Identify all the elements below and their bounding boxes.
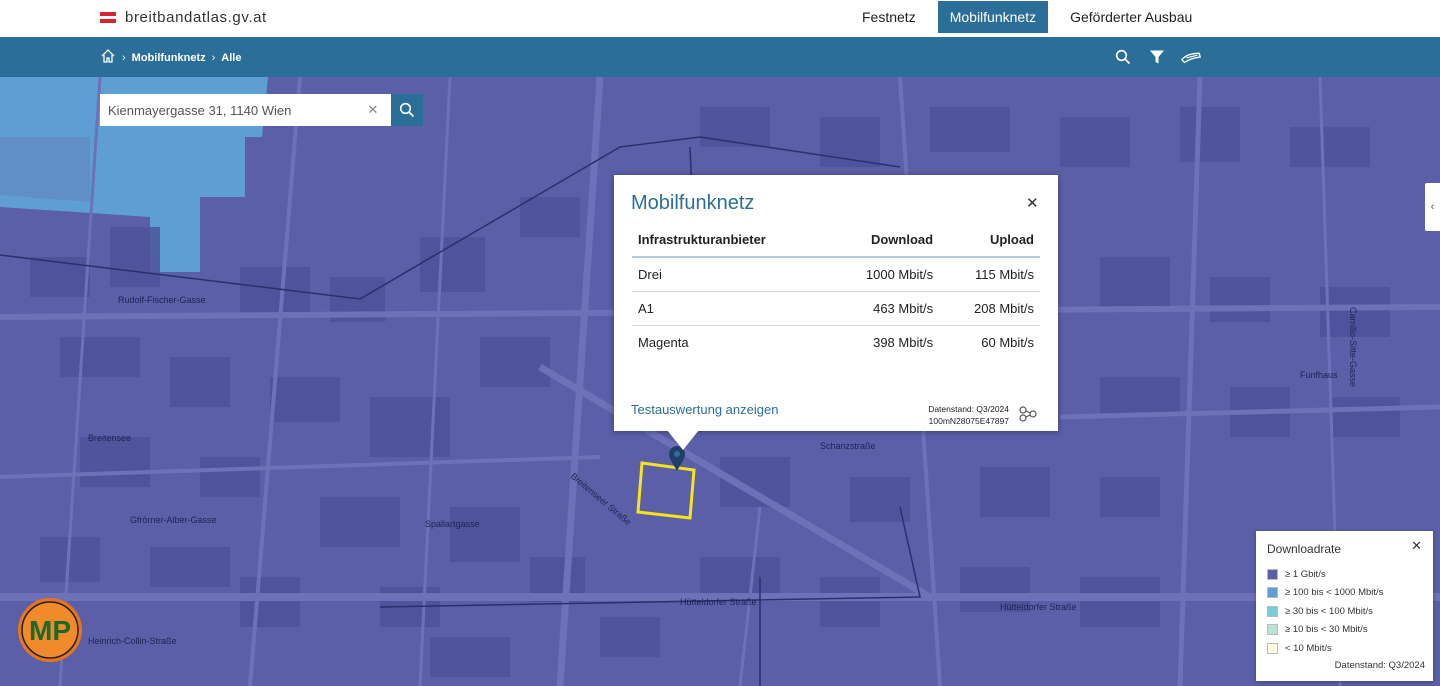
legend-label: ≥ 1 Gbit/s <box>1285 568 1326 580</box>
legend-title: Downloadrate <box>1267 542 1342 556</box>
legend-label: ≥ 30 bis < 100 Mbit/s <box>1285 605 1373 617</box>
legend-swatch <box>1267 605 1278 617</box>
upload-value: 208 Mbit/s <box>939 291 1040 326</box>
map-label-breitensee: Breitensee <box>88 433 131 443</box>
selected-tile-outline <box>636 461 696 520</box>
legend-item: ≥ 100 bis < 1000 Mbit/s <box>1267 584 1433 603</box>
map-legend: Downloadrate ✕ ≥ 1 Gbit/s ≥ 100 bis < 10… <box>1256 531 1433 681</box>
map-label-spallartgasse: Spallartgasse <box>425 519 480 529</box>
table-row: Drei 1000 Mbit/s 115 Mbit/s <box>632 257 1040 292</box>
map-tools <box>1112 46 1202 68</box>
breadcrumb-mobilfunknetz[interactable]: Mobilfunknetz <box>132 52 206 64</box>
provider-name: Drei <box>632 257 829 292</box>
close-icon[interactable]: ✕ <box>1411 538 1422 554</box>
test-evaluation-link[interactable]: Testauswertung anzeigen <box>631 402 778 417</box>
table-row: Magenta 398 Mbit/s 60 Mbit/s <box>632 325 1040 359</box>
chevron-left-icon: ‹ <box>1430 201 1435 213</box>
mp-logo: MP <box>18 598 82 662</box>
table-header-row: Infrastrukturanbieter Download Upload <box>632 223 1040 258</box>
provider-table: Infrastrukturanbieter Download Upload Dr… <box>632 223 1040 359</box>
breadcrumb-alle[interactable]: Alle <box>221 52 241 64</box>
search-button[interactable] <box>391 94 423 126</box>
map-label-rudolf-fischer-gasse: Rudolf-Fischer-Gasse <box>118 295 206 305</box>
column-header-upload: Upload <box>939 223 1040 258</box>
nav-mobilfunknetz[interactable]: Mobilfunknetz <box>937 1 1049 33</box>
home-icon[interactable] <box>100 48 116 67</box>
logo-text: MP <box>29 615 71 646</box>
close-icon[interactable]: ✕ <box>1026 194 1039 212</box>
legend-datenstand: Datenstand: Q3/2024 <box>1334 660 1425 671</box>
search-icon[interactable] <box>1112 46 1134 68</box>
share-icon[interactable] <box>1019 406 1037 422</box>
map-label-huetteldorfer-strasse: Hütteldorfer Straße <box>680 597 757 607</box>
download-value: 463 Mbit/s <box>828 291 940 326</box>
map-label-schanzstrasse: Schanzstraße <box>820 441 876 451</box>
breadcrumb: › Mobilfunknetz › Alle <box>100 48 241 67</box>
search-input[interactable] <box>108 102 363 118</box>
legend-item: < 10 Mbit/s <box>1267 639 1433 658</box>
map-label-heinrich-collin-strasse: Heinrich-Collin-Straße <box>88 636 177 646</box>
legend-swatch <box>1267 587 1278 599</box>
nav-gefoerderter-ausbau[interactable]: Geförderter Ausbau <box>1058 1 1204 33</box>
clear-icon[interactable]: ✕ <box>363 102 383 118</box>
legend-swatch <box>1267 642 1278 654</box>
provider-name: Magenta <box>638 334 689 350</box>
provider-name: A1 <box>632 291 829 326</box>
column-header-download: Download <box>828 223 940 258</box>
popup-cell-id: 100mN28075E47897 <box>928 416 1009 426</box>
map-label-gfroerner-alber-gasse: Gfrörner-Alber-Gasse <box>130 515 217 525</box>
legend-swatch <box>1267 624 1278 636</box>
filter-icon[interactable] <box>1146 46 1168 68</box>
table-row: A1 463 Mbit/s 208 Mbit/s <box>632 291 1040 326</box>
legend-item: ≥ 1 Gbit/s <box>1267 565 1433 584</box>
map-label-funfhaus: Funfhaus <box>1300 370 1338 380</box>
site-title: breitbandatlas.gv.at <box>125 9 267 26</box>
info-popup: Mobilfunknetz ✕ Infrastrukturanbieter Do… <box>614 175 1058 450</box>
legend-label: < 10 Mbit/s <box>1285 642 1332 654</box>
breadcrumb-separator: › <box>211 51 216 64</box>
popup-data-info: Datenstand: Q3/2024 100mN28075E47897 <box>928 403 1009 427</box>
main-nav: Festnetz Mobilfunknetz Geförderter Ausba… <box>850 1 1214 33</box>
layers-icon[interactable] <box>1180 46 1202 68</box>
map-label-camillo-sitte-gasse: Camillo-Sitte-Gasse <box>1348 307 1358 387</box>
download-value: 1000 Mbit/s <box>828 257 940 292</box>
breadcrumb-separator: › <box>122 51 126 64</box>
legend-label: ≥ 10 bis < 30 Mbit/s <box>1285 624 1368 636</box>
map-label-huetteldorfer-strasse-east: Hütteldorfer Straße <box>1000 602 1077 612</box>
column-header-provider: Infrastrukturanbieter <box>632 223 829 258</box>
site-brand[interactable]: breitbandatlas.gv.at <box>100 9 267 26</box>
legend-item: ≥ 30 bis < 100 Mbit/s <box>1267 602 1433 621</box>
search-field-wrapper: ✕ <box>100 94 391 126</box>
nav-festnetz[interactable]: Festnetz <box>850 1 928 33</box>
search-icon <box>399 102 415 118</box>
legend-item: ≥ 10 bis < 30 Mbit/s <box>1267 621 1433 640</box>
top-header: breitbandatlas.gv.at Festnetz Mobilfunkn… <box>0 0 1440 37</box>
download-value: 398 Mbit/s <box>873 334 934 350</box>
austria-flag-icon <box>100 12 116 24</box>
legend-label: ≥ 100 bis < 1000 Mbit/s <box>1285 587 1384 599</box>
address-search: ✕ <box>100 94 423 126</box>
upload-value: 60 Mbit/s <box>981 334 1034 350</box>
legend-swatch <box>1267 568 1278 580</box>
side-panel-toggle[interactable]: ‹ <box>1425 183 1440 231</box>
popup-arrow <box>667 430 699 450</box>
popup-datenstand: Datenstand: Q3/2024 <box>928 404 1009 414</box>
popup-title: Mobilfunknetz <box>631 192 755 214</box>
upload-value: 115 Mbit/s <box>939 257 1040 292</box>
sub-toolbar: › Mobilfunknetz › Alle <box>0 37 1440 77</box>
